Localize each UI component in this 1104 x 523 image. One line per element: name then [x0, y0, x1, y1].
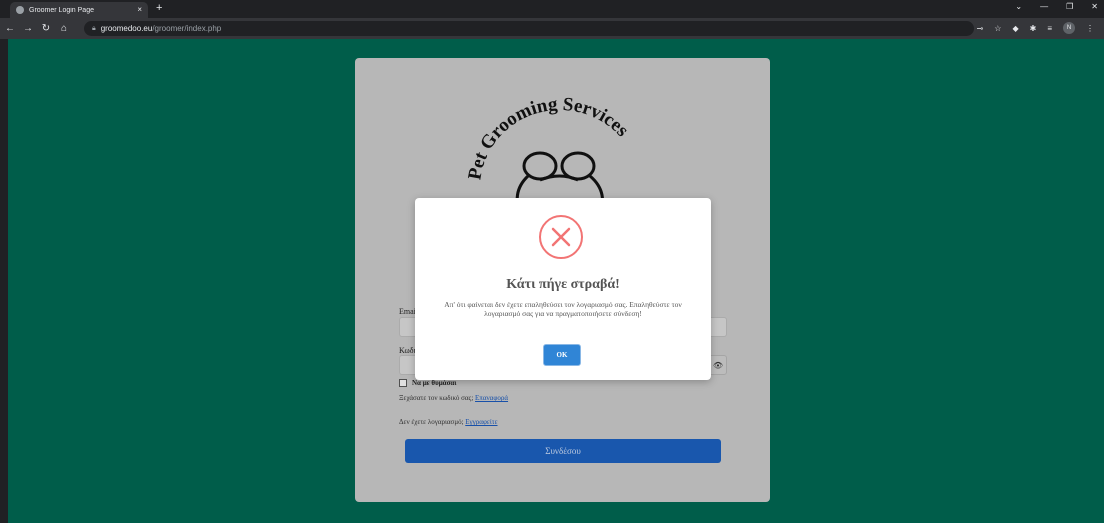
browser-tab-bar: Groomer Login Page × + ⌄ — ❐ ✕: [0, 0, 1104, 18]
new-tab-button[interactable]: +: [156, 3, 162, 14]
menu-icon[interactable]: ⋮: [1086, 24, 1094, 33]
error-dialog: Κάτι πήγε στραβά! Απ' ότι φαίνεται δεν έ…: [415, 198, 711, 380]
profile-avatar[interactable]: N: [1063, 22, 1075, 34]
close-window-icon[interactable]: ✕: [1091, 2, 1098, 11]
window-controls: ⌄ — ❐ ✕: [1015, 2, 1098, 11]
url-path: /groomer/index.php: [152, 24, 222, 33]
tab-search-icon[interactable]: ⌄: [1015, 2, 1022, 11]
tab-title: Groomer Login Page: [29, 6, 94, 14]
star-icon[interactable]: ☆: [994, 24, 1001, 33]
extension-icons: ⊸ ☆ ◆ ✱ ≡ N ⋮: [977, 22, 1094, 34]
forward-icon[interactable]: →: [20, 23, 36, 34]
address-bar[interactable]: 🔒︎ groomedoo.eu /groomer/index.php: [84, 21, 974, 36]
favicon-icon: [16, 6, 24, 14]
url-domain: groomedoo.eu: [100, 24, 153, 33]
close-tab-icon[interactable]: ×: [137, 6, 142, 14]
dialog-title: Κάτι πήγε στραβά!: [506, 277, 620, 292]
extension-icon[interactable]: ◆: [1012, 24, 1018, 33]
puzzle-icon[interactable]: ✱: [1030, 24, 1037, 33]
page-background: Pet Grooming Services Email Κωδικός 👁︎ Ν…: [8, 39, 1104, 523]
back-icon[interactable]: ←: [2, 23, 18, 34]
reload-icon[interactable]: ↻: [38, 23, 54, 34]
browser-tab[interactable]: Groomer Login Page ×: [10, 2, 148, 18]
ok-button[interactable]: OK: [543, 344, 581, 366]
reading-list-icon[interactable]: ≡: [1047, 24, 1052, 33]
browser-toolbar: ← → ↻ ⌂ 🔒︎ groomedoo.eu /groomer/index.p…: [0, 18, 1104, 39]
minimize-icon[interactable]: —: [1040, 2, 1048, 11]
error-x-icon: [539, 215, 583, 259]
home-icon[interactable]: ⌂: [56, 23, 72, 34]
restore-icon[interactable]: ❐: [1066, 2, 1073, 11]
lock-icon: 🔒︎: [92, 24, 96, 32]
dialog-message: Απ' ότι φαίνεται δεν έχετε επαληθεύσει τ…: [444, 300, 682, 318]
key-icon[interactable]: ⊸: [977, 24, 984, 33]
